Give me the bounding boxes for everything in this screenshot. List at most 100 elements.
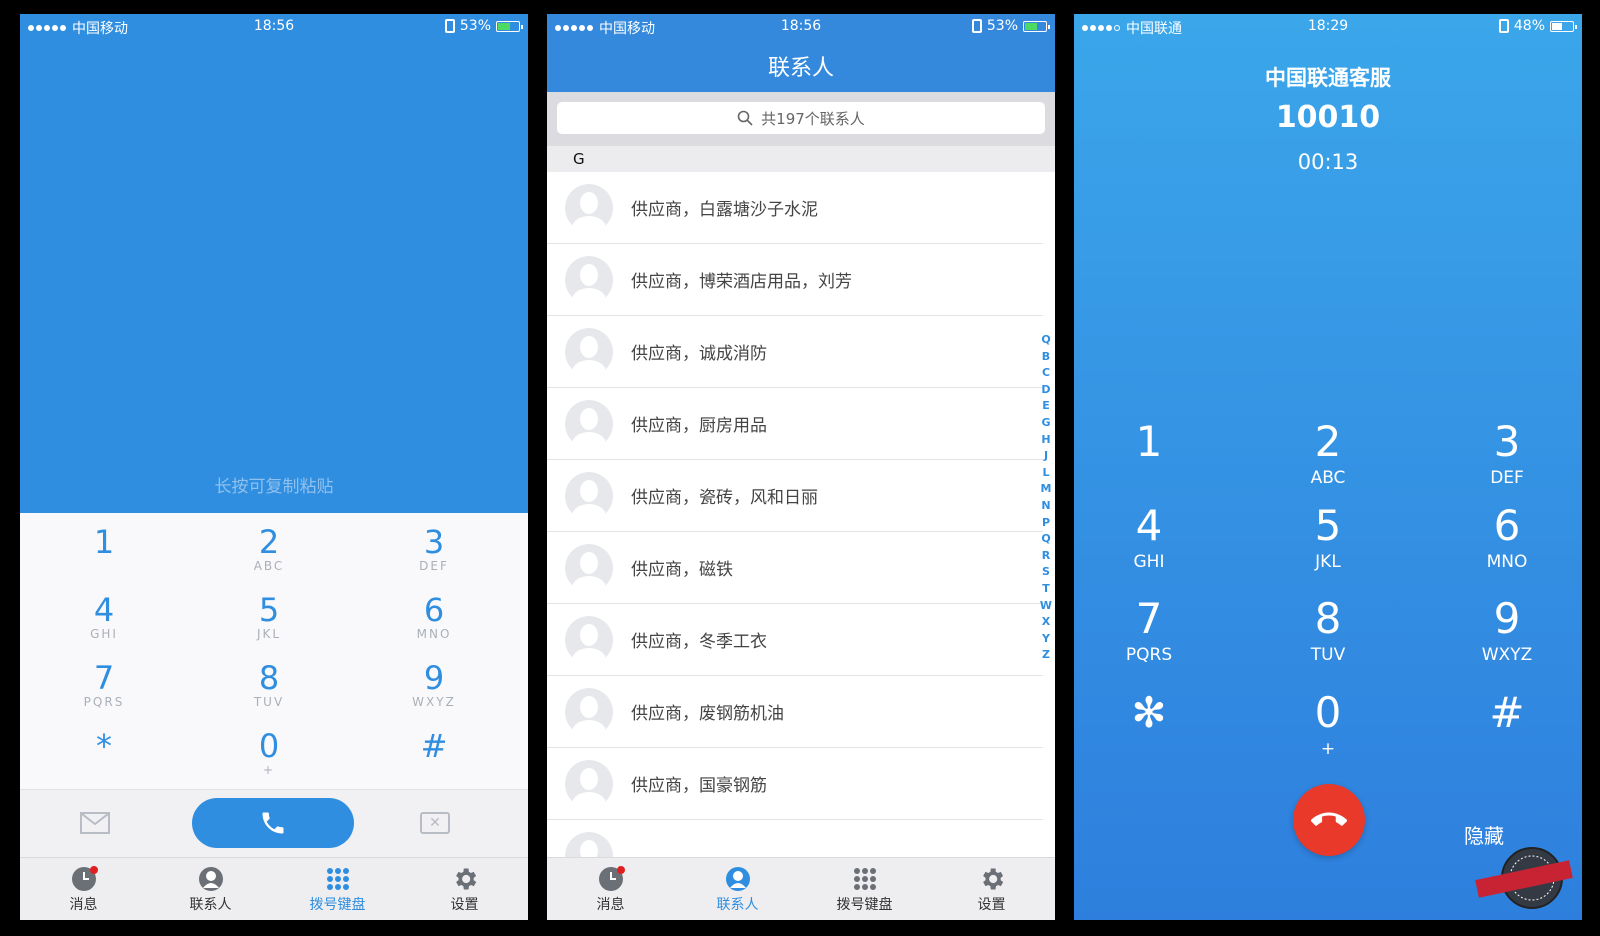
key-6[interactable]: 6 MNO: [1447, 504, 1567, 573]
person-icon: [725, 867, 750, 891]
tab-settings[interactable]: 设置: [928, 858, 1055, 920]
search-bar: 共197个联系人: [547, 92, 1055, 146]
status-bar: 中国移动 18:56 53%: [20, 14, 528, 40]
key-8[interactable]: 8 TUV: [209, 661, 329, 709]
notification-dot: [90, 866, 98, 874]
key-7[interactable]: 7 PQRS: [44, 661, 164, 709]
key-1[interactable]: 1: [1089, 420, 1209, 468]
list-item[interactable]: 供应商，瓷砖，风和日丽: [547, 460, 1043, 532]
battery-percent: 48%: [1513, 18, 1545, 34]
key-hash[interactable]: #: [1447, 691, 1567, 739]
list-item[interactable]: 供应商，国豪钢筋: [547, 748, 1043, 820]
dial-actions: ✕: [20, 789, 528, 857]
tab-messages[interactable]: 消息: [20, 858, 147, 920]
search-input[interactable]: 共197个联系人: [557, 102, 1045, 134]
key-4[interactable]: 4 GHI: [44, 593, 164, 641]
index-letter[interactable]: Z: [1039, 647, 1053, 664]
call-duration: 00:13: [1297, 150, 1359, 174]
index-letter[interactable]: L: [1039, 465, 1053, 482]
index-letter[interactable]: W: [1039, 598, 1053, 615]
key-5[interactable]: 5 JKL: [209, 593, 329, 641]
alphabet-index[interactable]: QBCDEGHJLMNPQRSTWXYZ: [1039, 332, 1053, 664]
index-letter[interactable]: X: [1039, 614, 1053, 631]
index-letter[interactable]: C: [1039, 365, 1053, 382]
dial-display-area[interactable]: [20, 14, 528, 513]
key-2[interactable]: 2 ABC: [209, 525, 329, 573]
index-letter[interactable]: Q: [1039, 332, 1053, 349]
tab-contacts[interactable]: 联系人: [147, 858, 274, 920]
search-placeholder: 共197个联系人: [761, 109, 865, 128]
key-0[interactable]: 0 +: [209, 729, 329, 777]
status-bar: 中国联通 18:29 48%: [1074, 14, 1582, 40]
contact-name: 供应商，冬季工衣: [631, 632, 767, 652]
index-letter[interactable]: B: [1039, 349, 1053, 366]
tab-label: 消息: [69, 897, 98, 913]
battery-icon: [1023, 20, 1050, 32]
key-1[interactable]: 1: [44, 525, 164, 559]
key-4[interactable]: 4 GHI: [1089, 504, 1209, 573]
tab-settings[interactable]: 设置: [401, 858, 528, 920]
keypad-icon: [326, 868, 349, 890]
dial-keypad: 1 2 ABC 3 DEF 4 GHI 5 JKL 6 MNO 7 PQRS 8 TUV 9W…: [20, 513, 528, 789]
key-star[interactable]: ✻: [1089, 691, 1209, 739]
key-7[interactable]: 7 PQRS: [1089, 597, 1209, 666]
list-item[interactable]: 供应商，博荣酒店用品，刘芳: [547, 244, 1043, 316]
index-letter[interactable]: D: [1039, 382, 1053, 399]
index-letter[interactable]: N: [1039, 498, 1053, 515]
backspace-icon[interactable]: ✕: [420, 812, 450, 834]
tab-dialpad[interactable]: 拨号键盘: [801, 858, 928, 920]
message-icon[interactable]: [80, 812, 110, 834]
index-letter[interactable]: H: [1039, 432, 1053, 449]
tab-messages[interactable]: 消息: [547, 858, 674, 920]
key-3[interactable]: 3 DEF: [374, 525, 494, 573]
key-star[interactable]: *: [44, 729, 164, 763]
call-button[interactable]: [192, 798, 354, 848]
index-letter[interactable]: R: [1039, 548, 1053, 565]
list-item[interactable]: 供应商，磁铁: [547, 532, 1043, 604]
key-8[interactable]: 8 TUV: [1268, 597, 1388, 666]
avatar: [565, 183, 613, 232]
avatar: [565, 327, 613, 376]
key-6[interactable]: 6 MNO: [374, 593, 494, 641]
index-letter[interactable]: Y: [1039, 631, 1053, 648]
index-letter[interactable]: P: [1039, 515, 1053, 532]
index-letter[interactable]: G: [1039, 415, 1053, 432]
status-bar: 中国移动 18:56 53%: [547, 14, 1055, 40]
key-9[interactable]: 9 WXYZ: [374, 661, 494, 709]
key-hash[interactable]: #: [374, 729, 494, 763]
avatar: [565, 255, 613, 304]
tab-bar: 消息 联系人 拨号键盘 设置: [547, 857, 1055, 920]
key-9[interactable]: 9 WXYZ: [1447, 597, 1567, 666]
vibrate-icon: [444, 19, 455, 33]
index-letter[interactable]: T: [1039, 581, 1053, 598]
index-letter[interactable]: Q: [1039, 531, 1053, 548]
index-letter[interactable]: J: [1039, 448, 1053, 465]
battery-percent: 53%: [459, 18, 491, 34]
list-item[interactable]: 供应商，诚成消防: [547, 316, 1043, 388]
list-item[interactable]: 供应商，厨房用品: [547, 388, 1043, 460]
hang-up-button[interactable]: [1293, 784, 1365, 856]
avatar: [565, 399, 613, 448]
gear-icon: [982, 868, 1003, 890]
tab-label: 联系人: [716, 897, 759, 913]
gear-icon: [455, 868, 476, 890]
vibrate-icon: [971, 19, 982, 33]
avatar: [565, 759, 613, 808]
index-letter[interactable]: S: [1039, 564, 1053, 581]
battery-icon: [496, 20, 523, 32]
notification-dot: [617, 866, 625, 874]
index-letter[interactable]: E: [1039, 398, 1053, 415]
list-item[interactable]: 供应商，废钢筋机油: [547, 676, 1043, 748]
index-letter[interactable]: M: [1039, 481, 1053, 498]
contact-name: 供应商，诚成消防: [631, 344, 767, 364]
list-item[interactable]: 供应商，白露塘沙子水泥: [547, 172, 1043, 244]
key-3[interactable]: 3 DEF: [1447, 420, 1567, 489]
tab-contacts[interactable]: 联系人: [674, 858, 801, 920]
key-5[interactable]: 5 JKL: [1268, 504, 1388, 573]
key-2[interactable]: 2 ABC: [1268, 420, 1388, 489]
contact-name: 供应商，博荣酒店用品，刘芳: [631, 272, 852, 292]
hang-up-icon: [1311, 812, 1347, 826]
key-0[interactable]: 0 +: [1268, 691, 1388, 760]
tab-dialpad[interactable]: 拨号键盘: [274, 858, 401, 920]
list-item[interactable]: 供应商，冬季工衣: [547, 604, 1043, 676]
